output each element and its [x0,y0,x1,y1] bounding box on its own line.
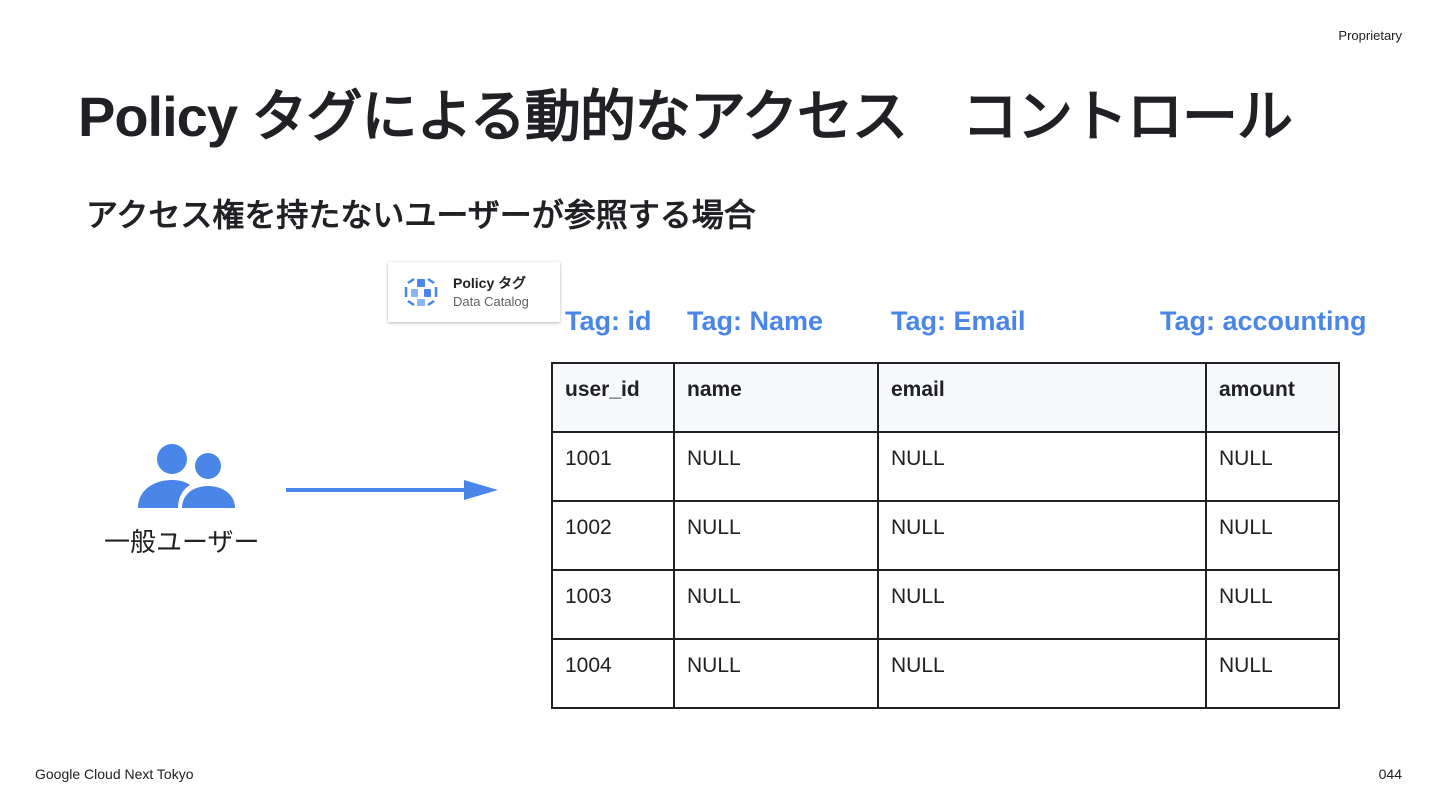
page-subtitle: アクセス権を持たないユーザーが参照する場合 [86,197,756,233]
table-row: 1001 NULL NULL NULL [551,431,1340,502]
cell-amount: NULL [1205,569,1340,640]
cell-name: NULL [673,500,879,571]
data-catalog-icon [404,277,438,307]
result-table: user_id name email amount 1001 NULL NULL… [551,362,1340,709]
cell-email: NULL [877,638,1207,709]
cell-name: NULL [673,431,879,502]
cell-email: NULL [877,431,1207,502]
group-users-icon [138,444,235,508]
cell-amount: NULL [1205,431,1340,502]
cell-user-id: 1002 [551,500,675,571]
cell-user-id: 1003 [551,569,675,640]
column-header-name: name [673,362,879,433]
proprietary-label: Proprietary [1338,28,1402,43]
catalog-card-title: Policy タグ [453,275,527,291]
footer-event-name: Google Cloud Next Tokyo [35,766,194,782]
cell-email: NULL [877,500,1207,571]
tag-name: Tag: Name [687,306,824,336]
cell-name: NULL [673,638,879,709]
catalog-card-subtitle: Data Catalog [453,294,529,309]
tag-accounting: Tag: accounting [1160,306,1367,336]
policy-tag-card: Policy タグ Data Catalog [388,262,560,322]
arrow-right-icon [286,480,498,500]
cell-user-id: 1001 [551,431,675,502]
cell-amount: NULL [1205,500,1340,571]
page-title: Policy タグによる動的なアクセス コントロール [78,85,1293,148]
tag-email: Tag: Email [891,306,1026,336]
cell-email: NULL [877,569,1207,640]
general-user-label: 一般ユーザー [104,527,260,557]
table-row: 1002 NULL NULL NULL [551,500,1340,571]
cell-amount: NULL [1205,638,1340,709]
column-header-email: email [877,362,1207,433]
column-header-user-id: user_id [551,362,675,433]
cell-name: NULL [673,569,879,640]
table-row: 1004 NULL NULL NULL [551,638,1340,709]
page-number: 044 [1378,766,1402,782]
table-header-row: user_id name email amount [551,362,1340,433]
tag-id: Tag: id [565,306,652,336]
cell-user-id: 1004 [551,638,675,709]
table-row: 1003 NULL NULL NULL [551,569,1340,640]
column-header-amount: amount [1205,362,1340,433]
